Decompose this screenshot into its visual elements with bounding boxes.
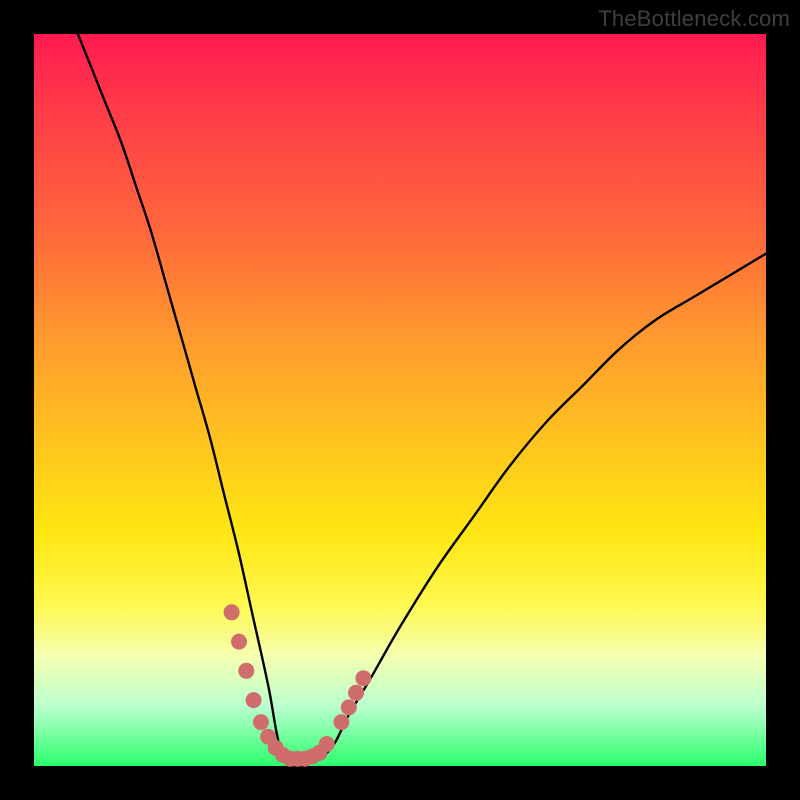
plot-area <box>34 34 766 766</box>
chart-svg <box>34 34 766 766</box>
highlight-dot <box>253 714 269 730</box>
watermark-text: TheBottleneck.com <box>598 6 790 32</box>
highlight-dot <box>238 663 254 679</box>
highlight-dot <box>348 685 364 701</box>
highlight-dot <box>341 699 357 715</box>
chart-frame: TheBottleneck.com <box>0 0 800 800</box>
highlight-dot <box>319 736 335 752</box>
highlight-dot <box>246 692 262 708</box>
highlight-dot <box>231 634 247 650</box>
highlight-dot <box>333 714 349 730</box>
bottleneck-curve <box>78 34 766 760</box>
highlight-dot <box>224 604 240 620</box>
highlight-dot <box>355 670 371 686</box>
highlight-dots <box>224 604 372 766</box>
